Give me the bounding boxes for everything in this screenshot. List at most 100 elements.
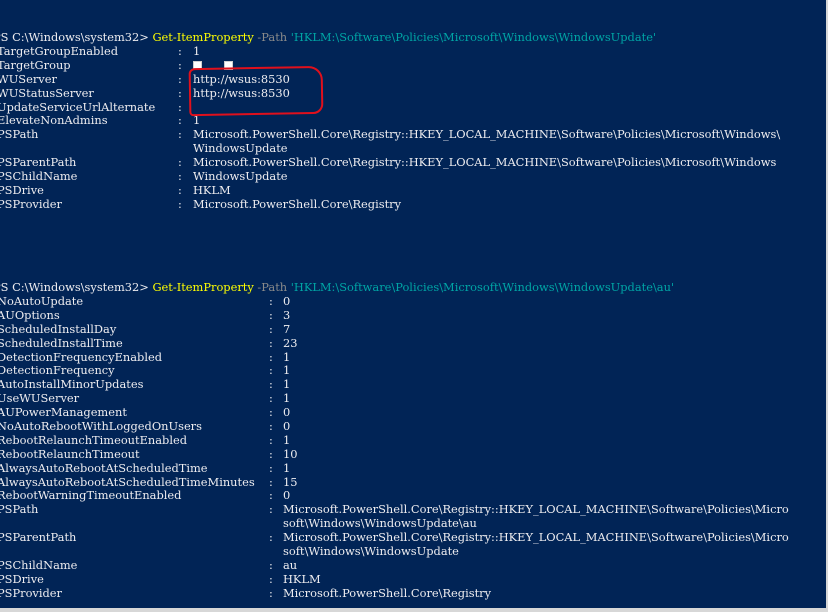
property-value: 1: [283, 391, 291, 406]
property-value: 10: [283, 446, 298, 461]
separator: :: [178, 169, 182, 184]
property-value: Microsoft.PowerShell.Core\Registry: [193, 196, 402, 211]
separator: :: [269, 571, 273, 586]
property-name: TargetGroup: [0, 57, 71, 72]
property-value: Microsoft.PowerShell.Core\Registry::HKEY…: [193, 127, 781, 142]
property-name: UpdateServiceUrlAlternate: [0, 99, 156, 114]
property-value: WindowsUpdate: [193, 169, 288, 184]
cmdlet: Get-ItemProperty: [152, 29, 254, 44]
property-name: PSPath: [0, 127, 39, 142]
property-name: PSChildName: [0, 557, 78, 572]
separator: :: [269, 335, 273, 350]
separator: :: [269, 294, 273, 308]
property-value: Microsoft.PowerShell.Core\Registry::HKEY…: [283, 502, 789, 517]
separator: :: [178, 196, 182, 211]
property-name: RebootRelaunchTimeoutEnabled: [0, 432, 188, 447]
property-value: 3: [283, 307, 291, 322]
property-name: PSDrive: [0, 182, 44, 197]
property-name: NoAutoUpdate: [0, 294, 84, 308]
property-name: PSParentPath: [0, 530, 77, 545]
cmdlet: Get-ItemProperty: [152, 279, 254, 294]
property-name: TargetGroupEnabled: [0, 44, 118, 58]
highlight-annotation: [188, 65, 324, 117]
property-value: 1: [283, 432, 291, 447]
registry-path: 'HKLM:\Software\Policies\Microsoft\Windo…: [290, 29, 657, 44]
separator: :: [269, 474, 273, 489]
parameter: -Path: [253, 279, 291, 294]
prompt: PS C:\Windows\system32>: [0, 29, 153, 44]
property-name: AlwaysAutoRebootAtScheduledTimeMinutes: [0, 474, 255, 489]
property-name: RebootWarningTimeoutEnabled: [0, 488, 182, 503]
property-name: ScheduledInstallTime: [0, 335, 123, 350]
separator: :: [178, 57, 182, 72]
separator: :: [269, 377, 273, 392]
separator: :: [178, 155, 182, 170]
property-name: DetectionFrequencyEnabled: [0, 349, 163, 364]
property-value: 1: [193, 113, 201, 128]
separator: :: [178, 71, 182, 86]
separator: :: [269, 557, 273, 572]
property-value: HKLM: [283, 571, 321, 586]
property-name: PSChildName: [0, 169, 78, 184]
property-name: AlwaysAutoRebootAtScheduledTime: [0, 460, 208, 475]
property-value: 0: [283, 294, 291, 308]
property-name: PSDrive: [0, 571, 44, 586]
property-value: 1: [283, 460, 291, 475]
property-value: 0: [283, 488, 291, 503]
separator: :: [269, 585, 273, 600]
separator: :: [269, 307, 273, 322]
separator: :: [269, 405, 273, 420]
property-value: 1: [283, 363, 291, 378]
property-name: RebootRelaunchTimeout: [0, 446, 140, 461]
separator: :: [269, 363, 273, 378]
property-value: Microsoft.PowerShell.Core\Registry::HKEY…: [283, 530, 789, 545]
property-name: PSProvider: [0, 585, 62, 600]
separator: :: [178, 182, 182, 197]
property-name: ElevateNonAdmins: [0, 113, 108, 128]
property-name: DetectionFrequency: [0, 363, 115, 378]
property-value: 0: [283, 419, 291, 434]
property-value-continuation: soft\Windows\WindowsUpdate\au: [283, 516, 477, 531]
property-value: 0: [283, 405, 291, 420]
prompt: PS C:\Windows\system32>: [0, 279, 153, 294]
property-value: Microsoft.PowerShell.Core\Registry::HKEY…: [193, 155, 777, 170]
property-value: Microsoft.PowerShell.Core\Registry: [283, 585, 492, 600]
property-name: PSProvider: [0, 196, 62, 211]
separator: :: [269, 419, 273, 434]
separator: :: [269, 321, 273, 336]
property-value-continuation: WindowsUpdate: [193, 141, 288, 156]
separator: :: [269, 432, 273, 447]
separator: :: [269, 488, 273, 503]
powershell-console[interactable]: PS C:\Windows\system32> Get-ItemProperty…: [0, 0, 828, 612]
property-name: PSParentPath: [0, 155, 77, 170]
separator: :: [269, 502, 273, 517]
property-name: AUPowerManagement: [0, 405, 127, 420]
property-value: 7: [283, 321, 291, 336]
separator: :: [178, 113, 182, 128]
property-value: HKLM: [193, 182, 231, 197]
property-value: 1: [193, 44, 201, 58]
property-name: AUOptions: [0, 307, 60, 322]
separator: :: [269, 391, 273, 406]
property-name: NoAutoRebootWithLoggedOnUsers: [0, 419, 202, 434]
property-value: 23: [283, 335, 298, 350]
property-value: 1: [283, 377, 291, 392]
property-name: AutoInstallMinorUpdates: [0, 377, 144, 392]
property-name: WUStatusServer: [0, 85, 94, 100]
separator: :: [269, 446, 273, 461]
separator: :: [178, 85, 182, 100]
separator: :: [178, 99, 182, 114]
separator: :: [269, 349, 273, 364]
separator: :: [178, 44, 182, 58]
property-name: UseWUServer: [0, 391, 80, 406]
parameter: -Path: [253, 29, 291, 44]
property-value: 15: [283, 474, 298, 489]
separator: :: [178, 127, 182, 142]
property-value: au: [283, 557, 298, 572]
property-name: PSPath: [0, 502, 39, 517]
property-value-continuation: soft\Windows\WindowsUpdate: [283, 544, 459, 559]
separator: :: [269, 530, 273, 545]
property-name: ScheduledInstallDay: [0, 321, 117, 336]
separator: :: [269, 460, 273, 475]
property-name: WUServer: [0, 71, 57, 86]
